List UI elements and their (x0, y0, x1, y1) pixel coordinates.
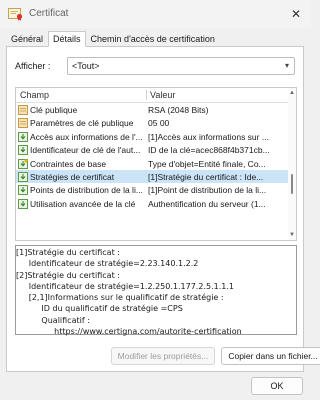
extension-icon (18, 131, 28, 142)
vertical-scrollbar[interactable]: ▲ ▼ (288, 88, 296, 240)
field-value: [1]Accès aux informations sur ... (148, 131, 269, 142)
show-label: Afficher : (15, 61, 51, 71)
field-value: Type d'objet=Entité finale, Co... (148, 158, 266, 169)
field-name: Identificateur de clé de l'aut... (30, 145, 141, 156)
critical-extension-icon (18, 158, 28, 169)
list-item-selected[interactable]: Stratégies de certificat [1]Stratégie du… (16, 169, 290, 184)
extension-icon (18, 145, 28, 156)
column-header-field[interactable]: Champ (20, 90, 49, 100)
details-panel: Afficher : <Tout> ▾ Champ Valeur Clé pub… (6, 46, 320, 372)
copy-to-file-button[interactable]: Copier dans un fichier... (221, 347, 320, 365)
extension-icon (18, 171, 28, 182)
field-value: 05 00 (148, 118, 170, 129)
field-name: Paramètres de clé publique (30, 118, 134, 129)
field-value: [1]Point de distribution de la li... (148, 185, 267, 196)
title-bar: Certificat ✕ (0, 0, 311, 28)
detail-line: Qualificatif : (16, 315, 90, 325)
list-item[interactable]: Contraintes de base Type d'objet=Entité … (16, 157, 290, 170)
field-icon (18, 105, 28, 115)
list-header: Champ Valeur (16, 88, 290, 103)
tab-general[interactable]: Général (6, 31, 48, 46)
field-name: Points de distribution de la li... (30, 185, 143, 196)
tab-strip: Général Détails Chemin d'accès de certif… (6, 31, 220, 47)
close-button[interactable]: ✕ (281, 0, 311, 28)
list-item[interactable]: Paramètres de clé publique 05 00 (16, 116, 290, 129)
field-value: RSA (2048 Bits) (148, 105, 209, 115)
show-dropdown[interactable]: <Tout> ▾ (67, 57, 295, 75)
window-title: Certificat (29, 8, 69, 19)
list-item[interactable]: Identificateur de clé de l'aut... ID de … (16, 143, 290, 156)
tab-details[interactable]: Détails (48, 31, 86, 47)
detail-line: [1]Stratégie du certificat : (16, 248, 120, 257)
scrollbar-thumb[interactable] (291, 174, 293, 194)
value-details-box[interactable]: [1]Stratégie du certificat : Identificat… (15, 245, 297, 337)
detail-line: https://www.certigna.com/autorite-certif… (16, 327, 242, 337)
detail-line: Identificateur de stratégie=1.2.250.1.17… (16, 281, 234, 291)
ok-button[interactable]: OK (251, 377, 303, 395)
field-value: Authentification du serveur (1... (148, 198, 266, 209)
field-name: Contraintes de base (30, 158, 107, 169)
field-value: [1]Stratégie du certificat : Ide... (148, 171, 264, 182)
field-name: Clé publique (30, 105, 78, 115)
extension-icon (18, 198, 28, 209)
list-rows: Clé publique RSA (2048 Bits) Paramètres … (16, 103, 290, 210)
column-divider[interactable] (146, 90, 147, 100)
list-item[interactable]: Utilisation avancée de la clé Authentifi… (16, 197, 290, 210)
field-value: ID de la clé=acec868f4b371cb... (148, 145, 270, 156)
list-item[interactable]: Clé publique RSA (2048 Bits) (16, 103, 290, 116)
fields-list[interactable]: Champ Valeur Clé publique RSA (2048 Bits… (15, 87, 297, 241)
list-item[interactable]: Points de distribution de la li... [1]Po… (16, 183, 290, 196)
scroll-up-icon[interactable]: ▲ (289, 90, 295, 96)
column-header-value[interactable]: Valeur (150, 90, 175, 100)
list-item[interactable]: Accès aux informations de l'... [1]Accès… (16, 130, 290, 143)
detail-line: Identificateur de stratégie=2.23.140.1.2… (16, 259, 199, 269)
field-name: Accès aux informations de l'... (30, 131, 143, 142)
chevron-down-icon: ▾ (284, 61, 289, 70)
detail-line: ID du qualificatif de stratégie =CPS (16, 304, 183, 314)
field-name: Stratégies de certificat (30, 171, 115, 182)
show-dropdown-value: <Tout> (72, 61, 100, 71)
close-icon: ✕ (290, 7, 302, 21)
certificate-icon (8, 8, 23, 21)
detail-line: [2]Stratégie du certificat : (16, 270, 120, 280)
field-name: Utilisation avancée de la clé (30, 198, 136, 209)
detail-line: [2,1]Informations sur le qualificatif de… (16, 293, 224, 303)
field-icon (18, 118, 28, 129)
edit-properties-button[interactable]: Modifier les propriétés... (111, 347, 215, 365)
tab-certification-path[interactable]: Chemin d'accès de certification (86, 31, 220, 46)
extension-icon (18, 185, 28, 196)
scroll-down-icon[interactable]: ▼ (289, 232, 295, 238)
